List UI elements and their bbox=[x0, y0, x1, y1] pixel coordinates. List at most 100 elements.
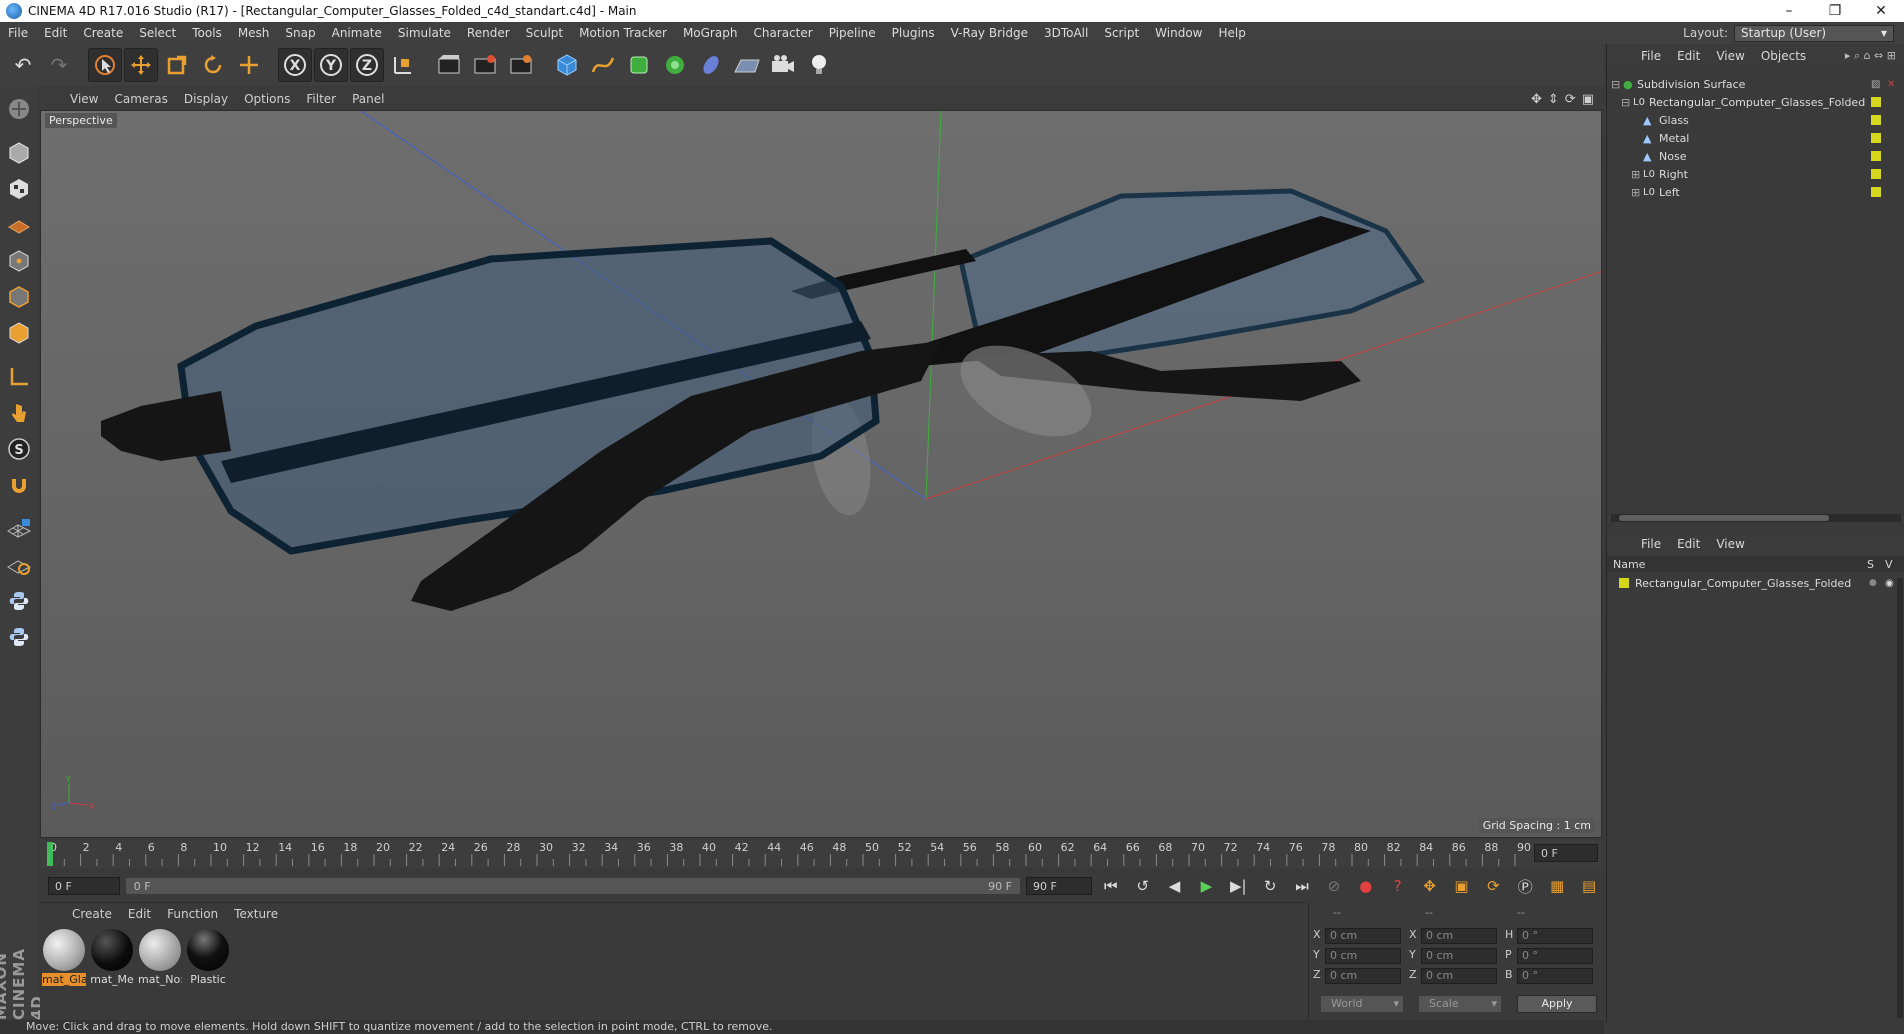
rotation-p-field[interactable]: 0 ° bbox=[1517, 948, 1593, 964]
menu-render[interactable]: Render bbox=[459, 26, 518, 40]
objects-menu-objects[interactable]: Objects bbox=[1753, 49, 1814, 63]
material-menu-function[interactable]: Function bbox=[159, 907, 226, 921]
deformer-icon[interactable] bbox=[694, 48, 728, 82]
pan-view-icon[interactable]: ✥ bbox=[1531, 92, 1542, 107]
render-toggle-icon[interactable]: ✕ bbox=[1887, 79, 1895, 90]
maximize-button[interactable]: ❐ bbox=[1812, 3, 1858, 19]
light-icon[interactable] bbox=[802, 48, 836, 82]
scale-icon[interactable] bbox=[160, 48, 194, 82]
material-menu-create[interactable]: Create bbox=[64, 907, 120, 921]
objects-horizontal-scrollbar[interactable] bbox=[1611, 514, 1901, 522]
undo-icon[interactable]: ↶ bbox=[6, 48, 40, 82]
menu-snap[interactable]: Snap bbox=[277, 26, 323, 40]
make-editable-icon[interactable] bbox=[3, 92, 35, 126]
size-y-field[interactable]: 0 cm bbox=[1421, 948, 1497, 964]
menu-simulate[interactable]: Simulate bbox=[390, 26, 459, 40]
material-swatch-glass[interactable]: mat_Gla bbox=[42, 929, 86, 987]
python-script-icon[interactable] bbox=[3, 620, 35, 654]
previous-key-icon[interactable]: ↺ bbox=[1130, 873, 1156, 899]
menu-3dtoall[interactable]: 3DToAll bbox=[1036, 26, 1096, 40]
viewport-menu-filter[interactable]: Filter bbox=[298, 92, 344, 106]
expand-icon[interactable]: ⊞ bbox=[1631, 168, 1640, 181]
tweak-mode-icon[interactable] bbox=[3, 396, 35, 430]
magnet-icon[interactable] bbox=[3, 468, 35, 502]
axis-mode-icon[interactable] bbox=[3, 360, 35, 394]
material-menu-edit[interactable]: Edit bbox=[120, 907, 159, 921]
expand-icon[interactable]: ⊞ bbox=[1631, 186, 1640, 199]
position-x-field[interactable]: 0 cm bbox=[1325, 928, 1401, 944]
position-y-field[interactable]: 0 cm bbox=[1325, 948, 1401, 964]
workplane-mode-icon[interactable] bbox=[3, 208, 35, 242]
menu-sculpt[interactable]: Sculpt bbox=[518, 26, 571, 40]
viewport-menu-display[interactable]: Display bbox=[176, 92, 236, 106]
model-mode-icon[interactable] bbox=[3, 136, 35, 170]
grid-lock-icon[interactable] bbox=[3, 512, 35, 546]
menu-vray-bridge[interactable]: V-Ray Bridge bbox=[943, 26, 1036, 40]
material-menu-texture[interactable]: Texture bbox=[226, 907, 286, 921]
spline-pen-icon[interactable] bbox=[586, 48, 620, 82]
timeline-ruler[interactable]: 0 2 4 6 8 10 12 14 16 18 20 22 24 26 28 30 32 34 36 38 40 42 4… bbox=[40, 840, 1602, 868]
camera-icon[interactable] bbox=[766, 48, 800, 82]
points-mode-icon[interactable] bbox=[3, 244, 35, 278]
record-keys-icon[interactable]: ⊘ bbox=[1321, 873, 1347, 899]
position-z-field[interactable]: 0 cm bbox=[1325, 968, 1401, 984]
tree-item-left[interactable]: ⊞ L0 Left bbox=[1607, 182, 1904, 202]
material-swatch-plastic[interactable]: Plastic bbox=[186, 929, 230, 987]
floor-icon[interactable] bbox=[730, 48, 764, 82]
tree-item-nose[interactable]: ▲ Nose bbox=[1607, 146, 1904, 166]
minimize-button[interactable]: – bbox=[1766, 3, 1812, 19]
menu-plugins[interactable]: Plugins bbox=[884, 26, 943, 40]
viewport-menu-panel[interactable]: Panel bbox=[344, 92, 392, 106]
play-icon[interactable]: ▶ bbox=[1193, 873, 1219, 899]
polygons-mode-icon[interactable] bbox=[3, 316, 35, 350]
menu-help[interactable]: Help bbox=[1210, 26, 1253, 40]
rotation-b-field[interactable]: 0 ° bbox=[1517, 968, 1593, 984]
coordinate-system-icon[interactable] bbox=[386, 48, 420, 82]
recent-tools-icon[interactable] bbox=[232, 48, 266, 82]
menu-motion-tracker[interactable]: Motion Tracker bbox=[571, 26, 675, 40]
menu-mesh[interactable]: Mesh bbox=[230, 26, 278, 40]
edges-mode-icon[interactable] bbox=[3, 280, 35, 314]
redo-icon[interactable]: ↷ bbox=[42, 48, 76, 82]
menu-mograph[interactable]: MoGraph bbox=[675, 26, 746, 40]
timeline-window-icon[interactable]: ▤ bbox=[1576, 873, 1602, 899]
menu-script[interactable]: Script bbox=[1096, 26, 1147, 40]
rotate-view-icon[interactable]: ⟳ bbox=[1565, 92, 1576, 107]
menu-pipeline[interactable]: Pipeline bbox=[821, 26, 884, 40]
rotation-h-field[interactable]: 0 ° bbox=[1517, 928, 1593, 944]
dolly-view-icon[interactable]: ⇕ bbox=[1548, 92, 1559, 107]
menu-window[interactable]: Window bbox=[1147, 26, 1210, 40]
objects-menu-view[interactable]: View bbox=[1708, 49, 1752, 63]
attr-menu-edit[interactable]: Edit bbox=[1669, 537, 1708, 551]
current-frame-field[interactable]: 0 F bbox=[1534, 844, 1598, 862]
tree-item-subdivision-surface[interactable]: ⊟ ● Subdivision Surface ▨ ✕ bbox=[1607, 74, 1904, 94]
layout-select[interactable]: Startup (User) ▾ bbox=[1734, 24, 1894, 42]
menu-tools[interactable]: Tools bbox=[184, 26, 230, 40]
x-axis-icon[interactable]: X bbox=[278, 48, 312, 82]
objects-menu-file[interactable]: File bbox=[1633, 49, 1669, 63]
go-to-start-icon[interactable]: ⏮ bbox=[1098, 873, 1124, 899]
viewport-menu-options[interactable]: Options bbox=[236, 92, 298, 106]
menu-edit[interactable]: Edit bbox=[36, 26, 75, 40]
size-z-field[interactable]: 0 cm bbox=[1421, 968, 1497, 984]
edit-render-settings-icon[interactable] bbox=[504, 48, 538, 82]
sculpt-layer-icon[interactable] bbox=[3, 548, 35, 582]
collapse-icon[interactable]: ⊟ bbox=[1611, 78, 1620, 91]
go-to-end-icon[interactable]: ⏭ bbox=[1289, 873, 1315, 899]
collapse-icon[interactable]: ⊟ bbox=[1621, 96, 1630, 109]
render-view-icon[interactable] bbox=[432, 48, 466, 82]
apply-button[interactable]: Apply bbox=[1517, 995, 1597, 1013]
menu-animate[interactable]: Animate bbox=[324, 26, 390, 40]
cloner-icon[interactable] bbox=[658, 48, 692, 82]
z-axis-icon[interactable]: Z bbox=[350, 48, 384, 82]
tree-item-metal[interactable]: ▲ Metal bbox=[1607, 128, 1904, 148]
keyframe-selection-icon[interactable]: ? bbox=[1385, 873, 1411, 899]
frame-range-slider[interactable]: 0 F 90 F bbox=[125, 878, 1020, 894]
attr-row-glasses[interactable]: Rectangular_Computer_Glasses_Folded ● ◉ bbox=[1607, 574, 1904, 592]
scrollbar-thumb[interactable] bbox=[1619, 515, 1829, 521]
texture-mode-icon[interactable] bbox=[3, 172, 35, 206]
render-picture-viewer-icon[interactable] bbox=[468, 48, 502, 82]
attr-menu-file[interactable]: File bbox=[1633, 537, 1669, 551]
autokey-icon[interactable]: ● bbox=[1353, 873, 1379, 899]
transform-mode-select[interactable]: Scale ▾ bbox=[1419, 996, 1501, 1012]
